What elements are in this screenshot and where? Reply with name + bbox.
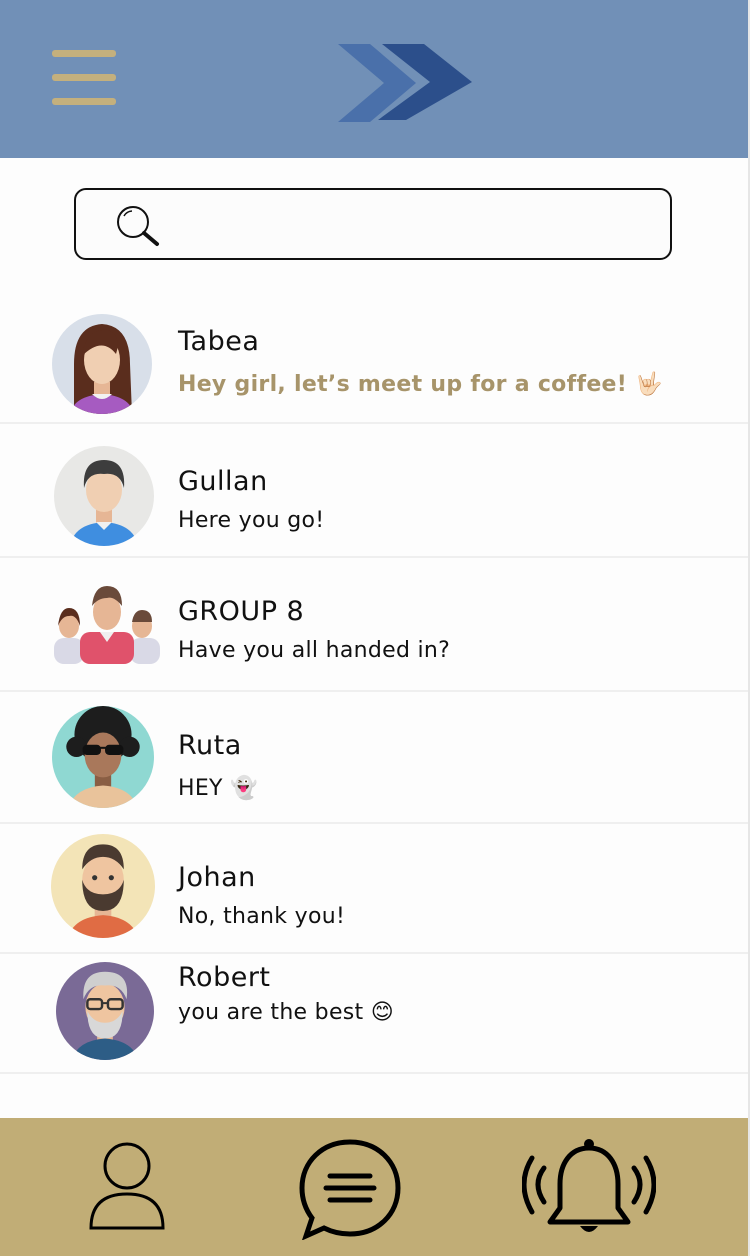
chat-item-group-8[interactable]: GROUP 8 Have you all handed in? <box>0 558 748 692</box>
bottom-nav <box>0 1118 748 1256</box>
chat-bubble-icon[interactable] <box>298 1138 402 1240</box>
last-message: No, thank you! <box>178 904 346 929</box>
contact-name: Tabea <box>178 326 260 357</box>
chat-item-johan[interactable]: Johan No, thank you! <box>0 824 748 954</box>
contact-name: GROUP 8 <box>178 596 305 627</box>
app-logo <box>338 44 472 122</box>
chat-item-gullan[interactable]: Gullan Here you go! <box>0 424 748 558</box>
app-header <box>0 0 748 158</box>
last-message: Here you go! <box>178 508 325 533</box>
chat-item-ruta[interactable]: Ruta HEY 👻 <box>0 692 748 824</box>
chat-item-robert[interactable]: Robert you are the best 😊 <box>0 954 748 1074</box>
old-man-glasses-avatar <box>56 962 154 1060</box>
curly-hair-sunglasses-avatar <box>52 706 154 808</box>
bearded-man-avatar <box>51 834 155 938</box>
man-avatar <box>54 446 154 546</box>
contact-name: Gullan <box>178 466 268 497</box>
contact-name: Ruta <box>178 730 242 761</box>
search-input[interactable] <box>176 202 650 248</box>
woman-avatar <box>52 314 152 414</box>
group-avatar <box>54 586 160 664</box>
notification-bell-icon[interactable] <box>522 1138 656 1242</box>
contact-name: Robert <box>178 962 271 993</box>
last-message: Have you all handed in? <box>178 638 451 663</box>
last-message: HEY 👻 <box>178 776 258 801</box>
divider <box>0 1072 748 1074</box>
chat-item-tabea[interactable]: Tabea Hey girl, let’s meet up for a coff… <box>0 290 748 424</box>
hamburger-menu-icon[interactable] <box>50 46 120 110</box>
contact-name: Johan <box>178 862 256 893</box>
search-bar[interactable] <box>74 188 672 260</box>
last-message: Hey girl, let’s meet up for a coffee! 🤟🏻 <box>178 372 663 397</box>
last-message: you are the best 😊 <box>178 1000 395 1025</box>
profile-icon[interactable] <box>88 1140 166 1230</box>
search-icon <box>117 206 159 246</box>
